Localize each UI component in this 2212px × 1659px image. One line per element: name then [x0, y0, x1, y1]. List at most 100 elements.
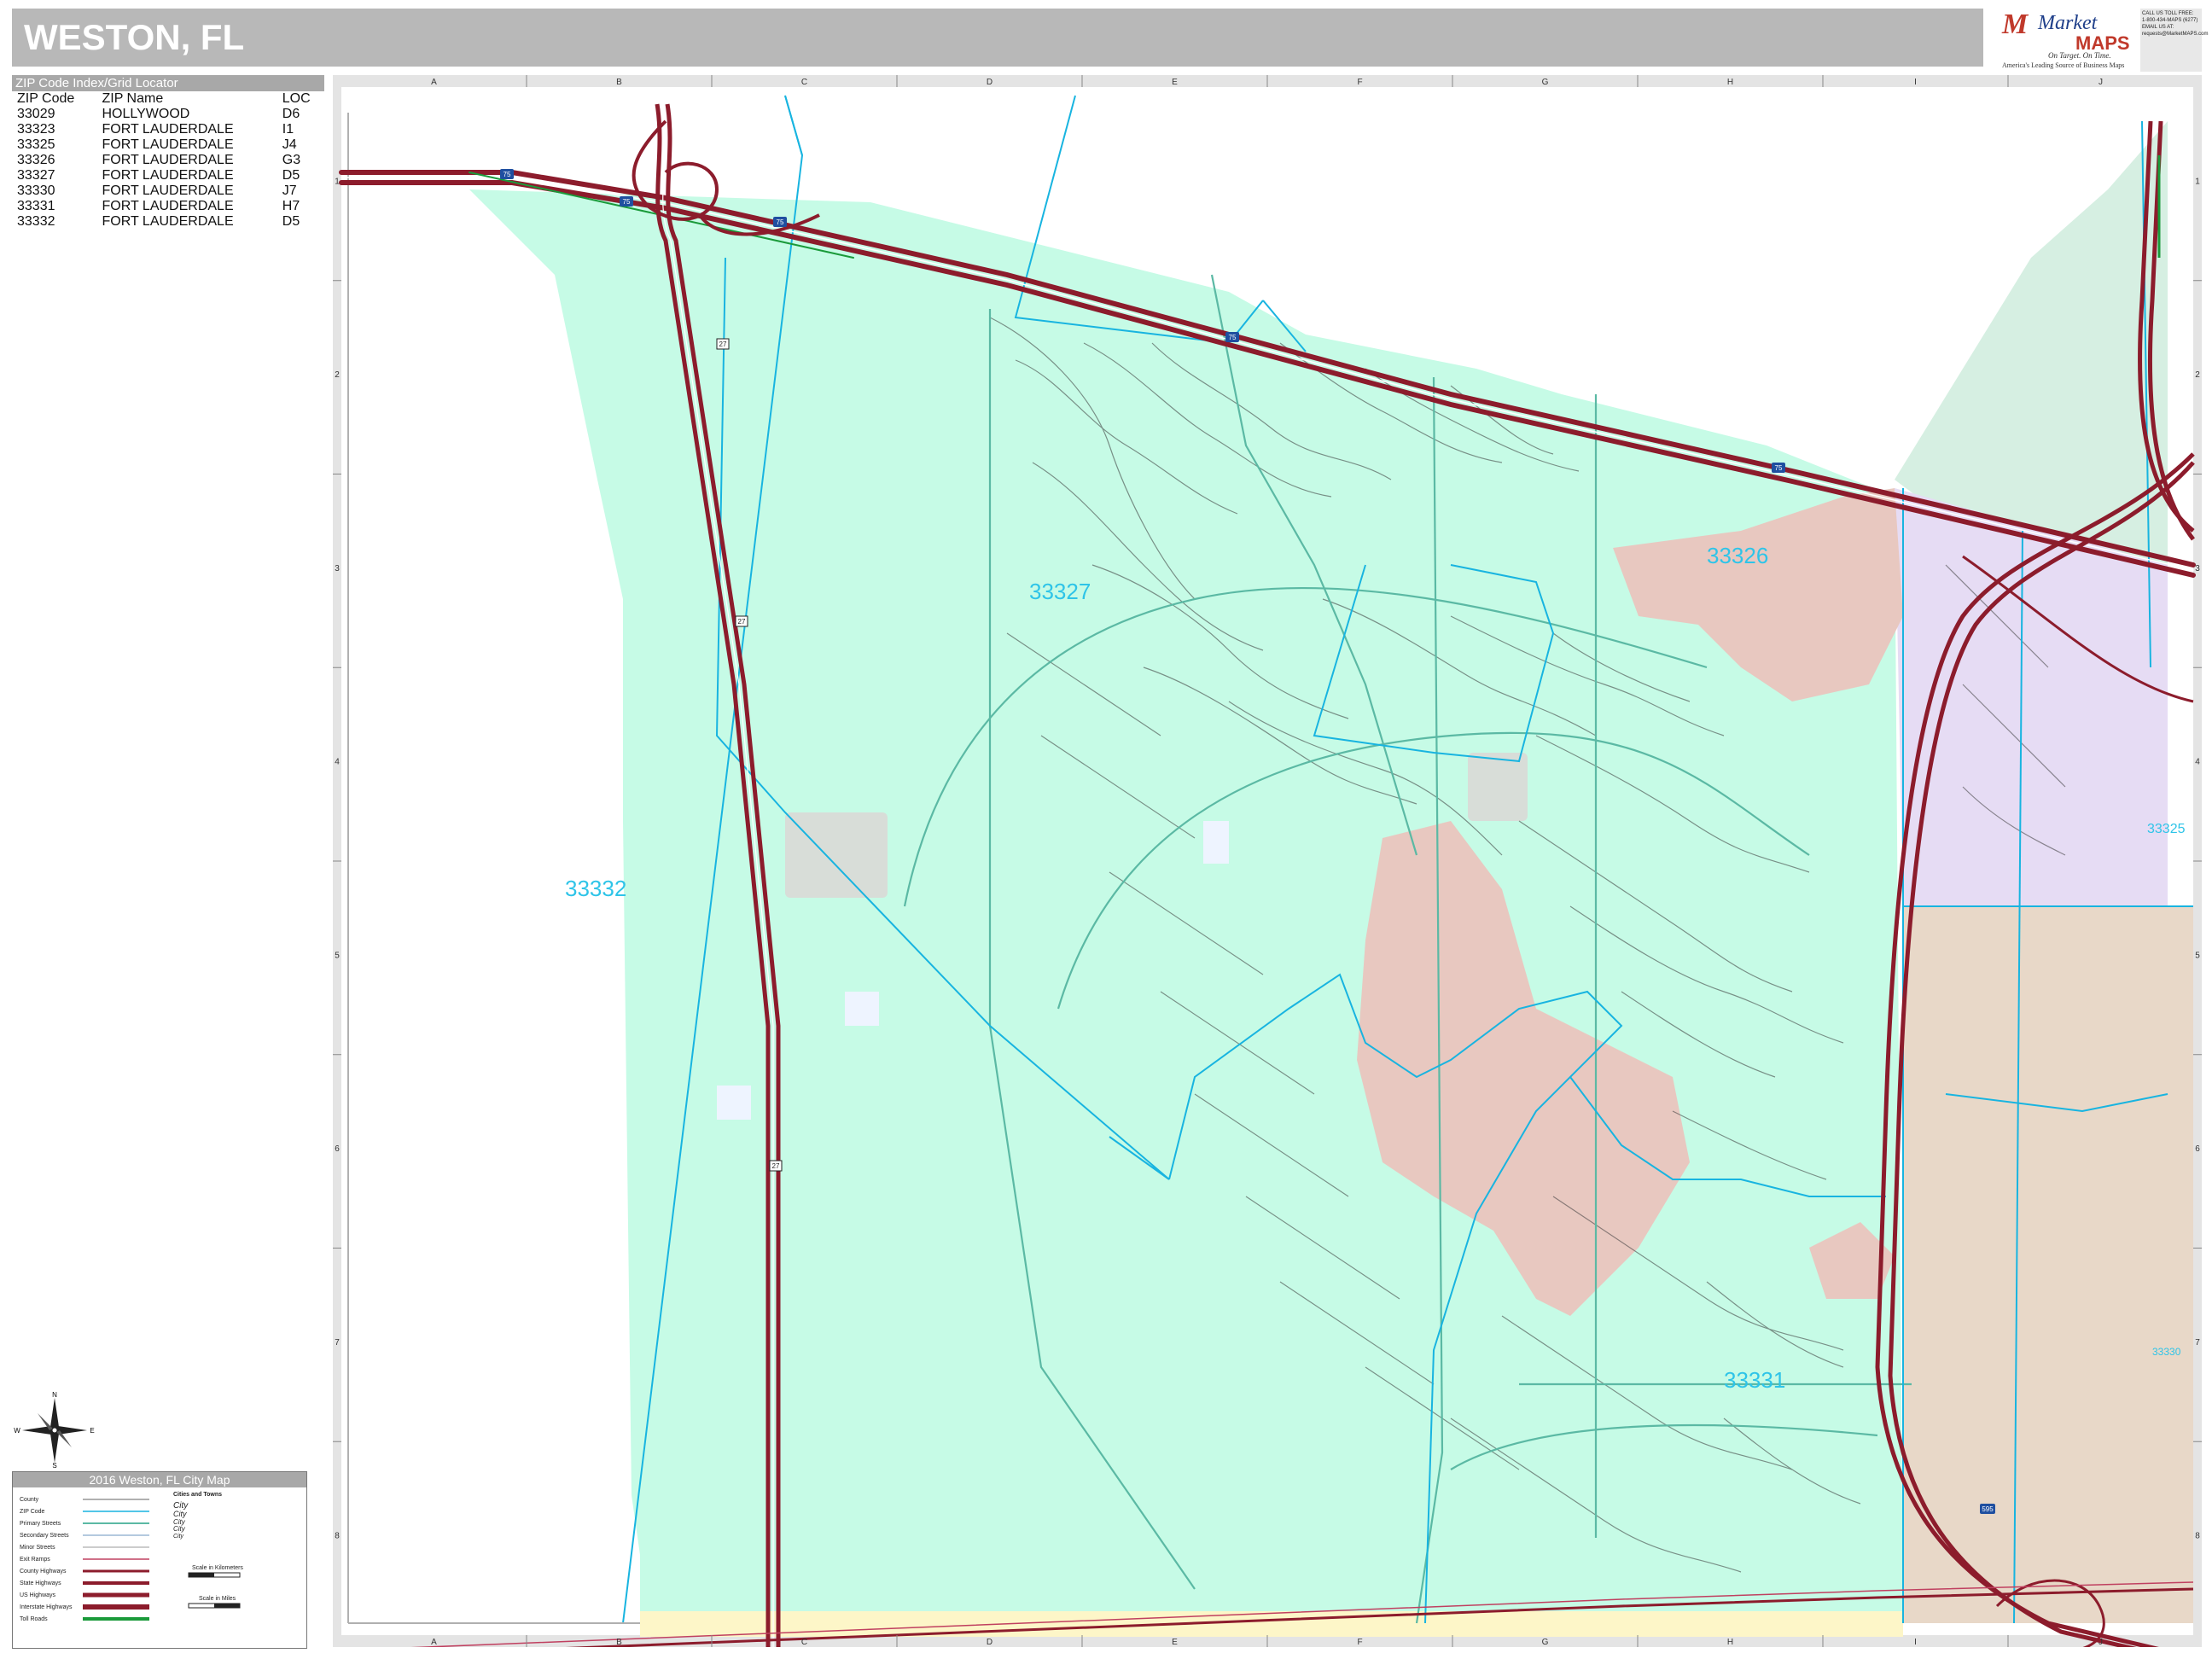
col-zip-code: ZIP Code — [17, 91, 75, 106]
zip-index-table: ZIP Code ZIP Name LOC 33029 HOLLYWOOD D6 3… — [12, 91, 324, 230]
legend-state-hwy: State Highways — [20, 1580, 61, 1586]
legend-header: 2016 Weston, FL City Map — [13, 1472, 306, 1487]
grid-row-label: 6 — [335, 1144, 340, 1154]
map-canvas[interactable]: 75 75 75 75 75 27 27 27 595 33332 33327 … — [333, 75, 2202, 1647]
water-2 — [845, 992, 879, 1026]
title-bar: WESTON, FL — [12, 9, 1983, 67]
svg-text:75: 75 — [777, 218, 784, 226]
grid-col-label: F — [1357, 78, 1362, 87]
grid-col-label: H — [1727, 78, 1733, 87]
zip-label-33325: 33325 — [2147, 822, 2186, 836]
grid-row-label: 6 — [2195, 1144, 2200, 1154]
grid-row-label: 1 — [335, 177, 340, 186]
us27-shield-3: 27 — [769, 1160, 783, 1172]
grid-row-label: 5 — [2195, 951, 2200, 960]
park-school — [785, 812, 888, 898]
grid-row-label: 3 — [2195, 564, 2200, 573]
grid-row-label: 2 — [335, 370, 340, 380]
grid-col-label: E — [1172, 1638, 1178, 1647]
grid-row-label: 3 — [335, 564, 340, 573]
grid-col-label: C — [801, 1638, 807, 1647]
brand-subtitle: America's Leading Source of Business Map… — [2002, 61, 2125, 69]
table-row: 33326 FORT LAUDERDALE G3 — [17, 153, 301, 167]
i75-shield-1: 75 — [500, 169, 514, 179]
zip-area-33330 — [1903, 906, 2193, 1623]
grid-col-label: I — [1914, 1638, 1917, 1647]
zip-index-header-row: ZIP Code ZIP Name LOC — [12, 91, 324, 107]
grid-col-label: B — [616, 78, 622, 87]
grid-col-label: A — [431, 1638, 437, 1647]
table-row: 33029 HOLLYWOOD D6 — [17, 107, 300, 121]
legend-scale-km: Scale in Kilometers — [192, 1565, 243, 1571]
legend-city-4: City — [173, 1525, 186, 1533]
grid-col-label: F — [1357, 1638, 1362, 1647]
brand-tagline: On Target. On Time. — [2048, 51, 2111, 60]
legend-county: County — [20, 1497, 39, 1503]
i75-shield-4: 75 — [1225, 332, 1239, 342]
legend-toll: Toll Roads — [20, 1616, 48, 1622]
grid-col-label: B — [616, 1638, 622, 1647]
svg-text:75: 75 — [1229, 334, 1237, 341]
water-3 — [717, 1086, 751, 1120]
brand-contact: CALL US TOLL FREE: 1-800-434-MAPS (6277)… — [2140, 9, 2208, 72]
grid-row-label: 8 — [335, 1532, 340, 1541]
grid-row-label: 7 — [2195, 1338, 2200, 1348]
table-row: 33332 FORT LAUDERDALE D5 — [17, 214, 300, 229]
zip-label-33330: 33330 — [2152, 1346, 2181, 1358]
grid-col-label: I — [1914, 78, 1917, 87]
legend-primary: Primary Streets — [20, 1521, 61, 1527]
map-legend: 2016 Weston, FL City Map County ZIP Code… — [12, 1471, 307, 1649]
legend-minor: Minor Streets — [20, 1545, 55, 1551]
grid-col-label: G — [1542, 1638, 1549, 1647]
grid-row-label: 8 — [2195, 1532, 2200, 1541]
map-title: WESTON, FL — [24, 17, 245, 57]
grid-col-label: J — [2098, 78, 2103, 87]
table-row: 33331 FORT LAUDERDALE H7 — [17, 199, 300, 213]
zip-label-33327: 33327 — [1029, 579, 1091, 604]
zip-index-header: ZIP Code Index/Grid Locator — [12, 75, 324, 91]
grid-row-label: 2 — [2195, 370, 2200, 380]
park-small — [1468, 753, 1528, 821]
legend-city-2: City — [173, 1510, 187, 1518]
legend-city-5: City — [173, 1534, 184, 1540]
col-loc: LOC — [282, 91, 311, 106]
grid-col-label: C — [801, 78, 807, 87]
south-strip — [640, 1611, 1903, 1637]
col-zip-name: ZIP Name — [102, 91, 164, 106]
table-row: 33325 FORT LAUDERDALE J4 — [17, 137, 297, 152]
svg-text:27: 27 — [772, 1162, 780, 1170]
grid-row-label: 1 — [2195, 177, 2200, 186]
svg-text:75: 75 — [623, 198, 631, 206]
table-row: 33327 FORT LAUDERDALE D5 — [17, 168, 300, 183]
compass-n: N — [52, 1391, 57, 1399]
legend-cities-header: Cities and Towns — [173, 1492, 222, 1498]
grid-col-label: D — [987, 78, 992, 87]
grid-col-label: G — [1542, 78, 1549, 87]
marketmaps-logo: M Market MAPS On Target. On Time. Americ… — [2002, 9, 2130, 69]
grid-col-label: J — [2098, 1638, 2103, 1647]
grid-col-label: E — [1172, 78, 1178, 87]
legend-interstate: Interstate Highways — [20, 1604, 73, 1610]
compass-icon: N S E W — [14, 1391, 94, 1470]
grid-row-label: 5 — [335, 951, 340, 960]
i595-shield: 595 — [1980, 1504, 1995, 1514]
table-row: 33330 FORT LAUDERDALE J7 — [17, 183, 297, 198]
zip-label-33326: 33326 — [1707, 543, 1768, 568]
svg-text:595: 595 — [1982, 1505, 1994, 1513]
svg-text:75: 75 — [1775, 464, 1783, 472]
us27-shield-1: 27 — [716, 338, 730, 350]
i75-shield-label: 75 — [504, 171, 511, 178]
compass-w: W — [14, 1427, 20, 1435]
svg-text:27: 27 — [738, 618, 746, 626]
legend-county-hwy: County Highways — [20, 1569, 67, 1575]
publisher-brand: M Market MAPS On Target. On Time. Americ… — [1997, 7, 2208, 73]
i75-shield-2: 75 — [620, 196, 633, 207]
compass-rose: N S E W — [12, 1391, 97, 1470]
legend-us-hwy: US Highways — [20, 1592, 56, 1598]
legend-secondary: Secondary Streets — [20, 1533, 69, 1539]
grid-row-label: 4 — [2195, 758, 2200, 767]
grid-col-label: A — [431, 78, 437, 87]
compass-e: E — [90, 1427, 94, 1435]
compass-s: S — [52, 1462, 56, 1468]
zip-label-33331: 33331 — [1724, 1367, 1785, 1393]
